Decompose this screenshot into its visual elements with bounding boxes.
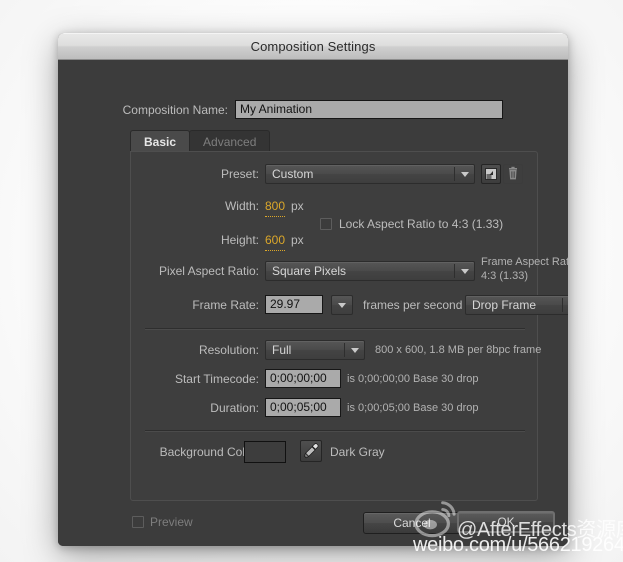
ok-button[interactable]: OK — [457, 511, 555, 533]
trash-icon — [509, 166, 517, 180]
frame-rate-stepper[interactable] — [331, 295, 353, 315]
resolution-value: Full — [272, 343, 292, 357]
lock-aspect-ratio-label: Lock Aspect Ratio to 4:3 (1.33) — [339, 217, 504, 231]
dropframe-caret-separator — [562, 298, 563, 312]
drop-frame-value: Drop Frame — [472, 298, 537, 312]
save-preset-button[interactable] — [481, 164, 501, 184]
duration-info: is 0;00;05;00 Base 30 drop — [347, 402, 479, 414]
tab-basic[interactable]: Basic — [130, 130, 191, 152]
start-timecode-label: Start Timecode: — [174, 372, 259, 386]
dialog-body: Composition Name: My Animation Basic Adva… — [58, 60, 568, 546]
eyedropper-button[interactable] — [300, 440, 322, 462]
pixel-aspect-ratio-dropdown[interactable]: Square Pixels — [265, 261, 475, 281]
frame-rate-input[interactable]: 29.97 — [265, 295, 323, 314]
chevron-down-icon — [351, 348, 359, 353]
divider-bottom — [145, 430, 525, 432]
pixel-aspect-ratio-label: Pixel Aspect Ratio: — [158, 264, 259, 278]
lock-aspect-ratio-checkbox[interactable] — [320, 218, 332, 230]
duration-input[interactable]: 0;00;05;00 — [265, 398, 341, 417]
start-timecode-info: is 0;00;00;00 Base 30 drop — [347, 373, 479, 385]
divider-top — [145, 328, 525, 330]
start-timecode-input[interactable]: 0;00;00;00 — [265, 369, 341, 388]
composition-name-row: Composition Name: My Animation — [58, 100, 568, 120]
chevron-down-icon — [338, 303, 346, 308]
pixel-aspect-ratio-value: Square Pixels — [272, 264, 347, 278]
composition-name-input[interactable]: My Animation — [235, 100, 503, 119]
preview-label: Preview — [150, 515, 193, 529]
preset-dropdown[interactable]: Custom — [265, 164, 475, 184]
chevron-down-icon — [461, 172, 469, 177]
drop-frame-dropdown[interactable]: Drop Frame — [465, 295, 568, 315]
width-value[interactable]: 800 — [265, 196, 286, 217]
preset-label: Preset: — [220, 167, 259, 181]
tab-advanced[interactable]: Advanced — [189, 130, 271, 152]
preset-value: Custom — [272, 167, 314, 181]
cancel-button[interactable]: Cancel — [363, 512, 461, 534]
chevron-down-icon — [461, 269, 469, 274]
delete-preset-button[interactable] — [503, 164, 523, 184]
composition-name-label: Composition Name: — [122, 103, 228, 117]
duration-label: Duration: — [210, 401, 259, 415]
frame-rate-suffix: frames per second — [363, 298, 463, 312]
frame-rate-label: Frame Rate: — [192, 298, 259, 312]
basic-settings-panel: Preset: Custom Width: 800 px Lock Aspect… — [130, 151, 568, 501]
frame-aspect-ratio-label: Frame Aspect Ratio: — [481, 256, 568, 268]
dialog-titlebar[interactable]: Composition Settings — [58, 33, 568, 60]
background-color-label: Background Color: — [159, 445, 259, 459]
save-preset-icon — [485, 168, 497, 180]
frame-aspect-ratio-value: 4:3 (1.33) — [481, 270, 529, 282]
resolution-info: 800 x 600, 1.8 MB per 8bpc frame — [375, 344, 542, 356]
eyedropper-icon — [303, 443, 319, 459]
height-unit: px — [291, 233, 304, 247]
preset-caret-separator — [454, 167, 455, 181]
resolution-label: Resolution: — [198, 343, 259, 357]
screen: Composition Settings Composition Name: M… — [0, 0, 623, 562]
background-color-swatch[interactable] — [244, 441, 286, 463]
height-label: Height: — [220, 233, 259, 247]
tab-bar: Basic Advanced — [130, 130, 271, 152]
preview-checkbox[interactable] — [132, 516, 144, 528]
resolution-caret-separator — [344, 343, 345, 357]
dialog-title: Composition Settings — [250, 39, 376, 54]
resolution-dropdown[interactable]: Full — [265, 340, 365, 360]
par-caret-separator — [454, 264, 455, 278]
width-unit: px — [291, 199, 304, 213]
composition-settings-dialog: Composition Settings Composition Name: M… — [58, 33, 568, 546]
background-color-name: Dark Gray — [330, 445, 385, 459]
width-label: Width: — [224, 199, 259, 213]
height-value[interactable]: 600 — [265, 230, 286, 251]
